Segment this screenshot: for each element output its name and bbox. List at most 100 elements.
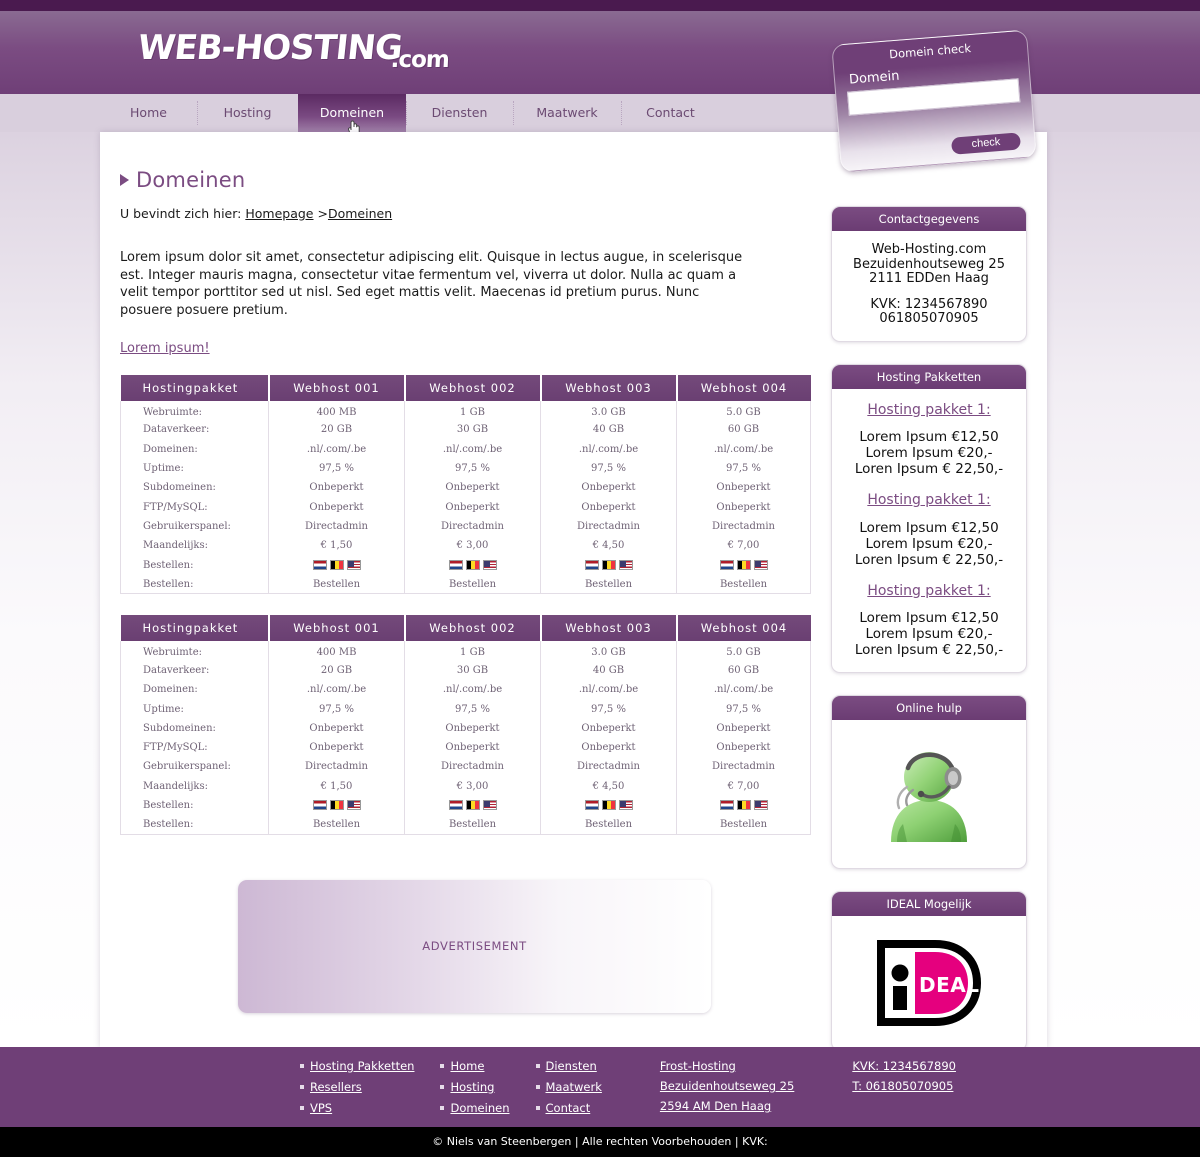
table-row: FTP/MySQL: Onbeperkt Onbeperkt Onbeperkt Onb…: [120, 737, 811, 758]
us-flag-icon[interactable]: [482, 560, 497, 571]
contact-phone: 061805070905: [879, 311, 979, 326]
footer-link-col2-2[interactable]: Hosting: [450, 1080, 494, 1094]
package-link-3[interactable]: Hosting pakket 1:: [840, 583, 1018, 599]
footer-address-1[interactable]: Frost-Hosting: [660, 1059, 736, 1073]
be-flag-icon[interactable]: [601, 560, 616, 571]
order-flags-cell[interactable]: [268, 555, 405, 575]
package-link-2[interactable]: Hosting pakket 1:: [840, 493, 1018, 508]
be-flag-icon[interactable]: [465, 800, 480, 811]
table-cell: 97,5 %: [540, 699, 677, 719]
footer-link-col3-1[interactable]: Diensten: [546, 1059, 597, 1073]
nl-flag-icon[interactable]: [584, 560, 599, 571]
footer-link-col1-3[interactable]: VPS: [310, 1101, 332, 1115]
order-flags-cell[interactable]: [540, 555, 677, 575]
nl-flag-icon[interactable]: [584, 800, 599, 811]
footer-link-col1-2[interactable]: Resellers: [310, 1080, 362, 1094]
table-cell: € 1,50: [268, 776, 405, 796]
table-cell: Directadmin: [676, 757, 811, 777]
footer-link-col2-3[interactable]: Domeinen: [450, 1101, 509, 1115]
table-cell: € 1,50: [268, 536, 405, 556]
breadcrumb-link-homepage[interactable]: Homepage: [245, 206, 313, 221]
footer-address-2[interactable]: Bezuidenhoutseweg 25: [660, 1079, 794, 1093]
footer-columns: Hosting Pakketten Resellers VPS Home Hostin…: [300, 1059, 982, 1122]
nl-flag-icon[interactable]: [719, 560, 734, 571]
us-flag-icon[interactable]: [346, 560, 361, 571]
table-row: Dataverkeer: 20 GB 30 GB 40 GB 60 GB: [120, 660, 811, 681]
table-row: Webruimte: 400 MB 1 GB 3.0 GB 5.0 GB: [120, 641, 811, 661]
table-cell[interactable]: Bestellen: [268, 815, 405, 835]
nl-flag-icon[interactable]: [719, 800, 734, 811]
package-link-1[interactable]: Hosting pakket 1:: [840, 402, 1018, 418]
nav-item-label: Contact: [646, 105, 695, 120]
nl-flag-icon[interactable]: [312, 800, 327, 811]
nav-item-maatwerk[interactable]: Maatwerk: [513, 94, 621, 132]
triangle-right-icon: [120, 174, 129, 186]
be-flag-icon[interactable]: [736, 560, 751, 571]
nav-item-home[interactable]: Home: [100, 94, 197, 132]
order-flags-cell[interactable]: [268, 795, 405, 816]
table-cell[interactable]: Bestellen: [540, 574, 677, 595]
footer-link-col3-2[interactable]: Maatwerk: [546, 1080, 602, 1094]
nav-item-diensten[interactable]: Diensten: [406, 94, 513, 132]
package-price-line: Lorem Ipsum €12,50: [859, 610, 999, 626]
nav-item-contact[interactable]: Contact: [621, 94, 720, 132]
be-flag-icon[interactable]: [329, 560, 344, 571]
logo-suffix-text: .com: [389, 47, 450, 73]
table-cell[interactable]: Bestellen: [404, 574, 541, 595]
table-cell: Onbeperkt: [268, 497, 405, 517]
us-flag-icon[interactable]: [753, 560, 768, 571]
footer-list-item: Diensten: [535, 1059, 602, 1073]
table-cell[interactable]: Bestellen: [676, 815, 811, 835]
be-flag-icon[interactable]: [601, 800, 616, 811]
us-flag-icon[interactable]: [753, 800, 768, 811]
order-flags-cell[interactable]: [404, 555, 541, 575]
headset-person-icon[interactable]: [877, 742, 981, 846]
us-flag-icon[interactable]: [482, 800, 497, 811]
us-flag-icon[interactable]: [618, 560, 633, 571]
table-cell[interactable]: Bestellen: [268, 574, 405, 595]
table-cell[interactable]: Bestellen: [540, 815, 677, 835]
footer-contact-2[interactable]: T: 061805070905: [852, 1079, 953, 1093]
footer-contact-1[interactable]: KVK: 1234567890: [852, 1059, 956, 1073]
be-flag-icon[interactable]: [736, 800, 751, 811]
bullet-square-icon: [300, 1106, 304, 1110]
table-cell: 1 GB: [404, 641, 541, 661]
footer-link-col3-3[interactable]: Contact: [546, 1101, 591, 1115]
breadcrumb: U bevindt zich hier: Homepage >Domeinen: [120, 206, 820, 221]
table-cell[interactable]: Bestellen: [404, 815, 541, 835]
nl-flag-icon[interactable]: [448, 800, 463, 811]
bullet-square-icon: [440, 1085, 445, 1089]
intro-link[interactable]: Lorem ipsum!: [120, 341, 210, 356]
be-flag-icon[interactable]: [329, 800, 344, 811]
table-row-label: Uptime:: [120, 458, 269, 479]
table-row: Subdomeinen: Onbeperkt Onbeperkt Onbeperkt O…: [120, 718, 811, 738]
order-flags-cell[interactable]: [676, 555, 811, 575]
table-cell: 60 GB: [676, 420, 811, 440]
footer-address-line: Frost-Hosting: [660, 1059, 794, 1073]
table-row-label: Maandelijks:: [120, 536, 269, 556]
footer-address: Frost-Hosting Bezuidenhoutseweg 25 2594 AM…: [660, 1059, 794, 1122]
breadcrumb-link-current[interactable]: Domeinen: [328, 206, 392, 221]
be-flag-icon[interactable]: [465, 560, 480, 571]
table-cell[interactable]: Bestellen: [676, 574, 811, 595]
order-flags-cell[interactable]: [540, 795, 677, 816]
nav-item-hosting[interactable]: Hosting: [197, 94, 298, 132]
svg-text:DEAL: DEAL: [919, 973, 980, 997]
footer-link-col1-1[interactable]: Hosting Pakketten: [310, 1059, 414, 1073]
order-flags-cell[interactable]: [404, 795, 541, 816]
footer-link-col2-1[interactable]: Home: [450, 1059, 484, 1073]
table-cell: 5.0 GB: [676, 641, 811, 661]
nav-item-domeinen[interactable]: Domeinen: [298, 94, 406, 138]
contact-spacer: [840, 287, 1018, 298]
advertisement-banner[interactable]: ADVERTISEMENT: [238, 879, 711, 1013]
order-flags-cell[interactable]: [676, 795, 811, 816]
footer-address-3[interactable]: 2594 AM Den Haag: [660, 1099, 771, 1113]
us-flag-icon[interactable]: [618, 800, 633, 811]
domain-check-button[interactable]: check: [950, 132, 1022, 155]
us-flag-icon[interactable]: [346, 800, 361, 811]
table-row-label: Webruimte:: [120, 641, 269, 661]
site-logo[interactable]: WEB-HOSTING.com: [136, 28, 462, 73]
contact-company: Web-Hosting.com: [871, 242, 987, 257]
nl-flag-icon[interactable]: [448, 560, 463, 571]
nl-flag-icon[interactable]: [312, 560, 327, 571]
